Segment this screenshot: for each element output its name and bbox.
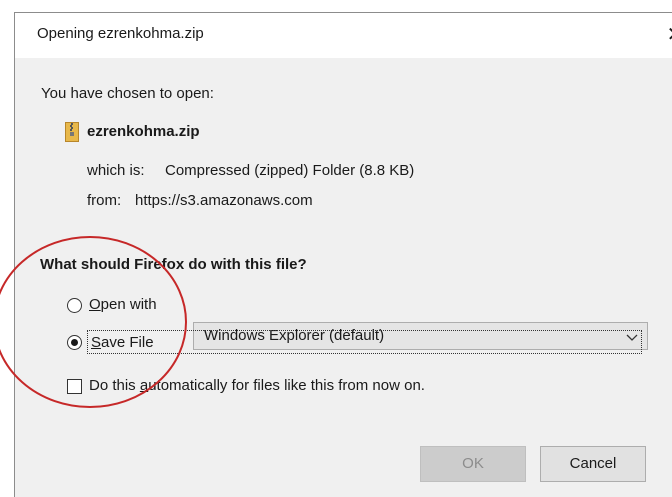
dialog-title: Opening ezrenkohma.zip — [37, 25, 204, 42]
auto-label-after: utomatically for files like this from no… — [148, 377, 425, 394]
cancel-button[interactable]: Cancel — [540, 446, 646, 482]
which-is-label: which is: — [87, 162, 145, 179]
download-dialog: Opening ezrenkohma.zip ✕ You have chosen… — [14, 12, 672, 497]
dialog-titlebar: Opening ezrenkohma.zip ✕ — [15, 13, 672, 58]
save-file-label[interactable]: Save File — [91, 334, 154, 351]
save-file-focus-ring — [87, 330, 642, 354]
auto-checkbox-label[interactable]: Do this automatically for files like thi… — [89, 377, 425, 394]
auto-label-before: Do this — [89, 377, 140, 394]
source-url: https://s3.amazonaws.com — [135, 192, 313, 209]
action-question: What should Firefox do with this file? — [40, 256, 307, 273]
screen: Opening ezrenkohma.zip ✕ You have chosen… — [0, 0, 672, 497]
open-with-label[interactable]: Open with — [89, 296, 157, 313]
save-file-accesskey: S — [91, 334, 102, 351]
auto-checkbox[interactable] — [67, 379, 82, 394]
file-name: ezrenkohma.zip — [87, 123, 200, 140]
open-with-radio[interactable] — [67, 298, 82, 313]
open-with-label-text: pen with — [100, 296, 157, 313]
intro-text: You have chosen to open: — [41, 85, 214, 102]
from-label: from: — [87, 192, 122, 209]
save-file-radio[interactable] — [67, 335, 82, 350]
close-icon[interactable]: ✕ — [655, 17, 672, 53]
open-with-accesskey: O — [89, 296, 101, 313]
zip-file-icon — [65, 122, 79, 142]
file-type-value: Compressed (zipped) Folder (8.8 KB) — [165, 162, 415, 179]
dialog-content: You have chosen to open: ezrenkohma.zip … — [15, 58, 672, 497]
auto-accesskey: a — [139, 377, 149, 394]
save-file-label-text: ave File — [101, 334, 154, 351]
ok-button[interactable]: OK — [420, 446, 526, 482]
